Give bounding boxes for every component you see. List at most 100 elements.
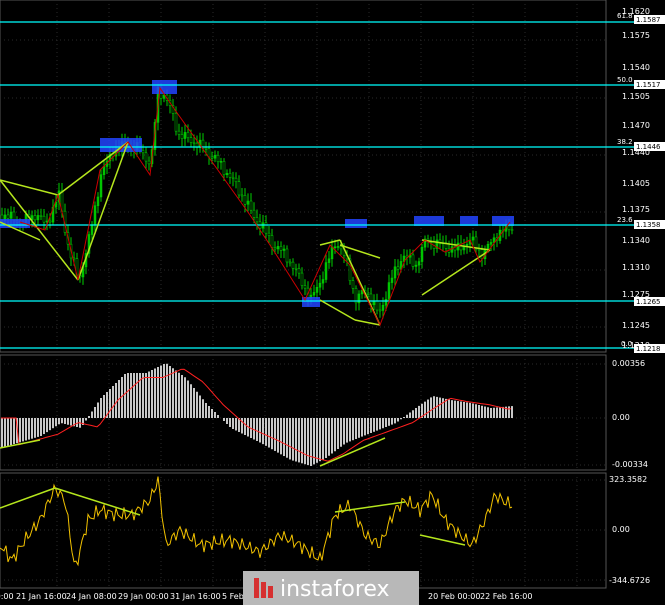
macd-bar bbox=[457, 401, 459, 418]
macd-bar bbox=[58, 418, 60, 425]
macd-bar bbox=[43, 418, 45, 435]
macd-bar bbox=[373, 418, 375, 432]
macd-bar bbox=[184, 377, 186, 418]
price-tick: 1.1245 bbox=[622, 321, 650, 330]
macd-bar bbox=[280, 418, 282, 455]
macd-bar bbox=[187, 380, 189, 418]
candle-body bbox=[180, 134, 184, 139]
macd-bar bbox=[25, 418, 27, 441]
macd-bar bbox=[94, 407, 96, 418]
candle-body bbox=[414, 264, 418, 267]
candle-body bbox=[210, 156, 214, 159]
macd-bar bbox=[28, 418, 30, 440]
candle-body bbox=[294, 267, 298, 270]
candle-body bbox=[285, 248, 289, 263]
macd-bar bbox=[274, 418, 276, 451]
macd-bar bbox=[448, 399, 450, 418]
candle-body bbox=[324, 262, 328, 280]
candle-body bbox=[252, 209, 256, 218]
candle-body bbox=[279, 246, 283, 251]
macd-bar bbox=[181, 375, 183, 418]
macd-bar bbox=[415, 408, 417, 418]
candle-body bbox=[273, 247, 277, 250]
macd-bar bbox=[157, 367, 159, 418]
price-tick: 1.1505 bbox=[622, 92, 650, 101]
candle-body bbox=[174, 113, 178, 132]
macd-bar bbox=[349, 418, 351, 442]
candle-body bbox=[225, 173, 229, 175]
candle-body bbox=[327, 258, 331, 263]
candle-body bbox=[321, 279, 325, 284]
macd-bar bbox=[100, 398, 102, 418]
macd-bar bbox=[124, 374, 126, 418]
candle-body bbox=[486, 244, 490, 250]
time-tick: 31 Jan 16:00 bbox=[170, 592, 221, 601]
macd-bar bbox=[502, 406, 504, 418]
macd-bar bbox=[322, 418, 324, 460]
candle-body bbox=[366, 293, 370, 295]
candle-body bbox=[231, 176, 235, 179]
macd-bar bbox=[301, 418, 303, 464]
macd-bar bbox=[172, 368, 174, 418]
macd-bar bbox=[418, 405, 420, 418]
macd-bar bbox=[439, 397, 441, 418]
macd-bar bbox=[208, 406, 210, 418]
candle-body bbox=[96, 196, 100, 206]
macd-bar bbox=[1, 418, 3, 448]
macd-bar bbox=[298, 418, 300, 463]
macd-bar bbox=[361, 418, 363, 437]
candle-body bbox=[315, 287, 319, 293]
macd-bar bbox=[31, 418, 33, 439]
macd-bar bbox=[487, 407, 489, 418]
candle-body bbox=[393, 266, 397, 279]
macd-bar bbox=[265, 418, 267, 446]
macd-bar bbox=[400, 418, 402, 420]
macd-bar bbox=[496, 407, 498, 418]
candle-body bbox=[228, 173, 232, 178]
candle-body bbox=[387, 282, 391, 300]
fib-ratio-label: 38.2 bbox=[617, 138, 633, 146]
watermark-text: instaforex bbox=[280, 577, 390, 602]
trading-chart[interactable]: 1.1620 1.1575 1.1540 1.1505 1.1470 1.144… bbox=[0, 0, 665, 605]
fib-price-label: 1.1358 bbox=[636, 221, 661, 229]
candle-body bbox=[330, 246, 334, 260]
macd-bar bbox=[37, 418, 39, 437]
time-tick: 8 Jan 00:00 bbox=[0, 592, 14, 601]
price-tick: 1.1470 bbox=[622, 121, 650, 130]
macd-bar bbox=[202, 399, 204, 418]
macd-bar bbox=[103, 395, 105, 418]
macd-bar bbox=[46, 418, 48, 433]
candle-body bbox=[102, 166, 106, 175]
macd-bar bbox=[472, 403, 474, 418]
candle-body bbox=[300, 272, 304, 286]
candle-body bbox=[303, 285, 307, 289]
macd-bar bbox=[127, 373, 129, 418]
macd-bar bbox=[343, 418, 345, 445]
candle-body bbox=[240, 194, 244, 197]
macd-bar bbox=[382, 418, 384, 429]
cci-tick: -344.6726 bbox=[609, 576, 650, 585]
candle-body bbox=[177, 130, 181, 135]
candle-body bbox=[471, 236, 475, 241]
candle-body bbox=[312, 292, 316, 296]
candle-body bbox=[411, 254, 415, 267]
macd-bar bbox=[499, 407, 501, 418]
macd-bar bbox=[271, 418, 273, 450]
fib-price-label: 1.1446 bbox=[636, 143, 661, 151]
macd-bar bbox=[310, 418, 312, 466]
macd-bar bbox=[385, 418, 387, 427]
candle-body bbox=[243, 195, 247, 205]
candle-body bbox=[222, 161, 226, 175]
macd-bar bbox=[130, 373, 132, 418]
candle-body bbox=[396, 266, 400, 270]
macd-bar bbox=[283, 418, 285, 457]
macd-bar bbox=[154, 368, 156, 418]
macd-bar bbox=[268, 418, 270, 448]
macd-bar bbox=[394, 418, 396, 424]
macd-bar bbox=[22, 418, 24, 442]
candle-body bbox=[204, 148, 208, 150]
candle-body bbox=[189, 137, 193, 143]
macd-bar bbox=[112, 386, 114, 418]
macd-bar bbox=[307, 418, 309, 466]
macd-bar bbox=[166, 363, 168, 418]
